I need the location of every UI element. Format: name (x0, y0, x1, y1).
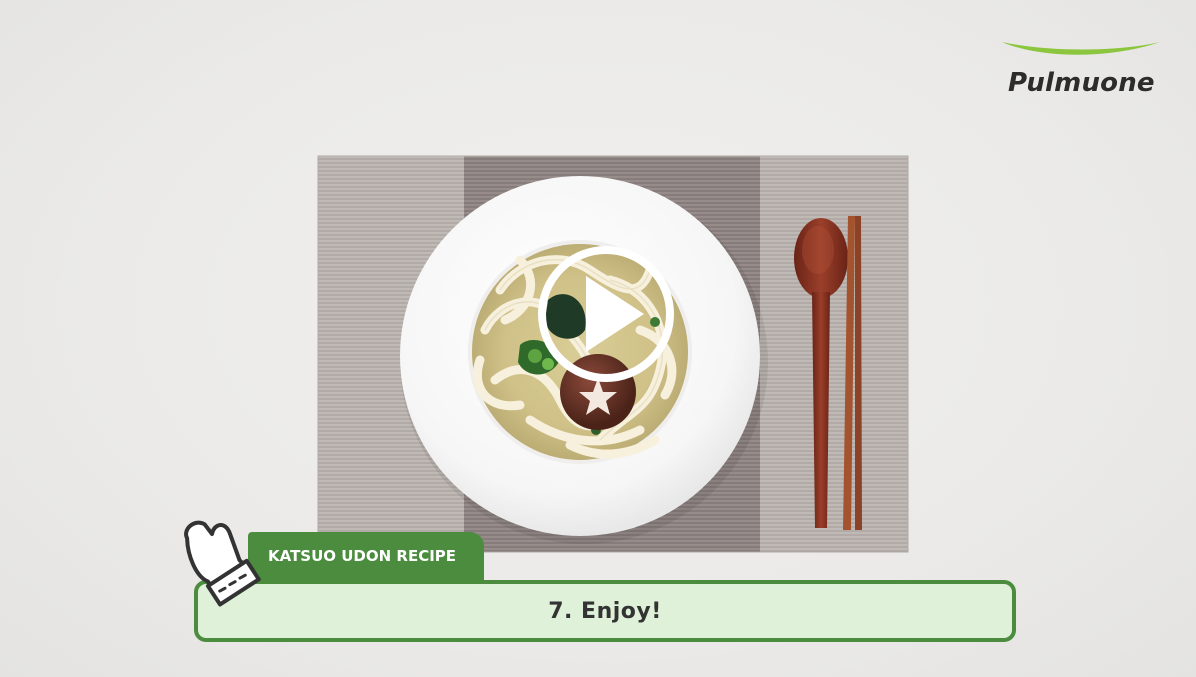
brand-name: Pulmuone (1008, 68, 1155, 98)
recipe-title-tab: KATSUO UDON RECIPE (248, 532, 484, 582)
play-button[interactable] (536, 244, 676, 384)
brand-logo: Pulmuone (998, 38, 1164, 102)
recipe-title: KATSUO UDON RECIPE (268, 547, 457, 565)
play-icon (586, 276, 644, 352)
step-caption-bar: 7. Enjoy! (194, 580, 1016, 642)
oven-mitt-icon (184, 520, 261, 607)
pulmuone-swoosh-logo-icon (1002, 42, 1160, 55)
step-text: 7. Enjoy! (548, 598, 662, 624)
caption-overlay: KATSUO UDON RECIPE 7. Enjoy! (170, 512, 1030, 652)
video-player[interactable]: Pulmuone KATSUO UDON RECIPE 7. Enjoy! (0, 0, 1196, 677)
